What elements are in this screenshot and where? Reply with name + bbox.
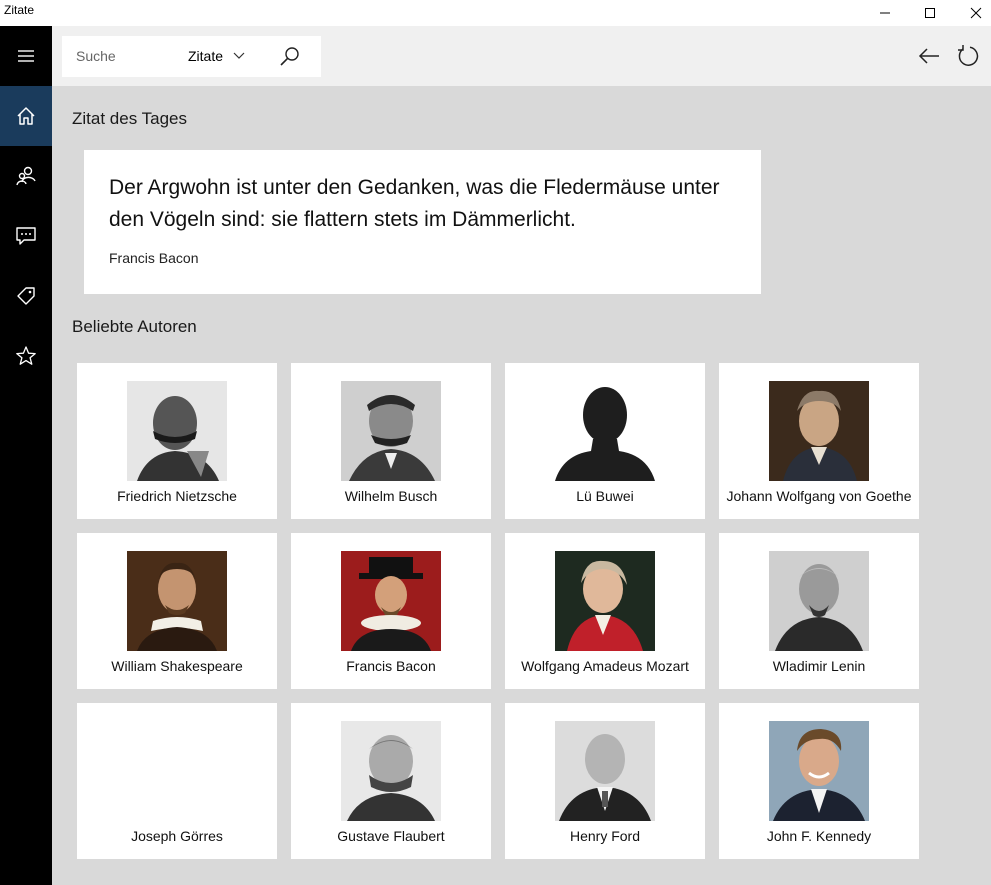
nav-home[interactable] xyxy=(0,86,52,146)
quote-of-day-heading: Zitat des Tages xyxy=(72,109,187,128)
author-card[interactable]: Friedrich Nietzsche xyxy=(77,363,277,519)
back-arrow-icon xyxy=(918,48,939,64)
window-title: Zitate xyxy=(4,3,35,17)
refresh-button[interactable] xyxy=(955,43,981,69)
author-card[interactable]: William Shakespeare xyxy=(77,533,277,689)
maximize-icon xyxy=(925,8,935,18)
close-icon xyxy=(970,7,982,19)
author-card[interactable]: Wilhelm Busch xyxy=(291,363,491,519)
author-name: Francis Bacon xyxy=(346,658,436,674)
author-portrait xyxy=(555,381,655,481)
author-portrait xyxy=(769,381,869,481)
author-card[interactable]: Henry Ford xyxy=(505,703,705,859)
author-name: Friedrich Nietzsche xyxy=(117,488,237,504)
minimize-button[interactable] xyxy=(862,0,908,26)
back-button[interactable] xyxy=(916,43,942,69)
nav-favorites[interactable] xyxy=(0,326,52,386)
author-name: Wolfgang Amadeus Mozart xyxy=(521,658,689,674)
author-card[interactable]: Wolfgang Amadeus Mozart xyxy=(505,533,705,689)
maximize-button[interactable] xyxy=(907,0,953,26)
author-name: Joseph Görres xyxy=(131,828,223,844)
author-card[interactable]: Gustave Flaubert xyxy=(291,703,491,859)
search-icon xyxy=(280,47,299,66)
author-name: John F. Kennedy xyxy=(766,828,872,844)
star-icon xyxy=(16,346,36,365)
author-card[interactable]: Johann Wolfgang von Goethe xyxy=(719,363,919,519)
quote-of-day-card[interactable]: Der Argwohn ist unter den Gedanken, was … xyxy=(84,150,761,294)
author-card[interactable]: Wladimir Lenin xyxy=(719,533,919,689)
search-box: Zitate xyxy=(62,36,321,77)
search-input[interactable] xyxy=(76,46,176,66)
author-portrait xyxy=(341,721,441,821)
quote-text: Der Argwohn ist unter den Gedanken, was … xyxy=(109,176,720,231)
author-portrait xyxy=(769,721,869,821)
people-icon xyxy=(16,166,36,186)
author-card[interactable]: Lü Buwei xyxy=(505,363,705,519)
author-card[interactable]: Joseph Görres xyxy=(77,703,277,859)
refresh-icon xyxy=(958,45,979,66)
hamburger-menu-button[interactable] xyxy=(0,26,52,86)
author-portrait xyxy=(555,551,655,651)
nav-tags[interactable] xyxy=(0,266,52,326)
author-name: Lü Buwei xyxy=(576,488,634,504)
quote-author: Francis Bacon xyxy=(109,250,199,266)
author-portrait xyxy=(127,551,227,651)
speech-bubble-icon xyxy=(16,227,36,245)
nav-quotes[interactable] xyxy=(0,206,52,266)
title-bar: Zitate xyxy=(0,0,991,26)
search-scope-dropdown[interactable]: Zitate xyxy=(188,46,245,66)
author-portrait xyxy=(341,551,441,651)
nav-rail xyxy=(0,26,52,885)
author-portrait xyxy=(555,721,655,821)
author-name: Wilhelm Busch xyxy=(344,488,438,504)
search-button[interactable] xyxy=(278,45,302,69)
hamburger-icon xyxy=(18,50,34,62)
author-portrait xyxy=(341,381,441,481)
author-portrait xyxy=(769,551,869,651)
top-bar: Zitate xyxy=(52,26,991,86)
chevron-down-icon xyxy=(233,52,245,59)
close-button[interactable] xyxy=(953,0,991,26)
search-scope-label: Zitate xyxy=(188,48,224,64)
author-card[interactable]: Francis Bacon xyxy=(291,533,491,689)
author-name: Gustave Flaubert xyxy=(337,828,445,844)
tag-icon xyxy=(17,287,35,305)
author-name: Henry Ford xyxy=(569,828,641,844)
author-name: Wladimir Lenin xyxy=(772,658,866,674)
minimize-icon xyxy=(880,12,890,14)
author-name: Johann Wolfgang von Goethe xyxy=(726,488,912,504)
author-card[interactable]: John F. Kennedy xyxy=(719,703,919,859)
nav-authors[interactable] xyxy=(0,146,52,206)
popular-authors-heading: Beliebte Autoren xyxy=(72,317,197,336)
author-portrait xyxy=(127,381,227,481)
author-portrait xyxy=(127,721,227,821)
home-icon xyxy=(17,107,35,125)
author-name: William Shakespeare xyxy=(111,658,243,674)
